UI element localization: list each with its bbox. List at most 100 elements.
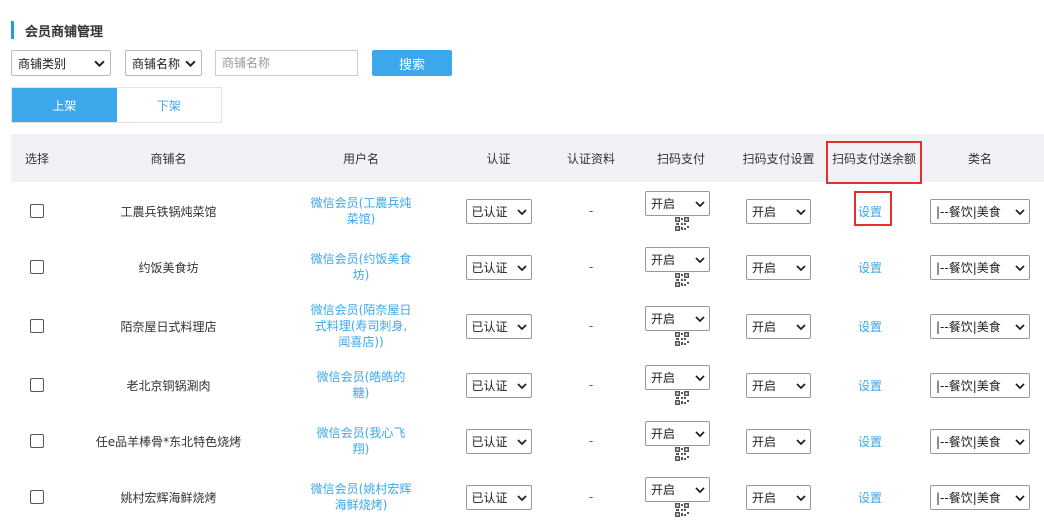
chevron-down-icon	[1015, 382, 1025, 389]
scan-pay-select-value: 开启	[651, 253, 676, 267]
auth-doc-value: -	[588, 434, 594, 448]
scan-pay-select[interactable]: 开启	[645, 477, 710, 502]
qr-code-icon[interactable]	[675, 217, 689, 231]
auth-select[interactable]: 已认证	[465, 428, 532, 454]
header-auth-doc: 认证资料	[566, 151, 615, 166]
auth-select[interactable]: 已认证	[465, 198, 532, 224]
auth-select[interactable]: 已认证	[465, 484, 532, 510]
auth-select[interactable]: 已认证	[465, 313, 532, 339]
scan-pay-select[interactable]: 开启	[645, 191, 710, 216]
auth-select-value: 已认证	[471, 434, 508, 449]
table-row: 约饭美食坊 微信会员(约饭美食 坊) 已认证 - 开启 开启 设置 |--餐饮|美食	[11, 239, 1044, 295]
category-select-value: |--餐饮|美食	[936, 319, 1001, 334]
bonus-setting-link[interactable]: 设置	[826, 295, 914, 357]
scan-pay-select-value: 开启	[651, 312, 676, 326]
qr-code-icon[interactable]	[675, 273, 689, 287]
chevron-down-icon	[516, 494, 527, 501]
scan-pay-select[interactable]: 开启	[645, 306, 710, 331]
shop-name: 任e品羊棒骨*东北特色烧烤	[95, 434, 242, 449]
chevron-down-icon	[695, 201, 705, 208]
chevron-down-icon	[796, 382, 806, 389]
username-line: 微信会员(姚村宏辉	[310, 482, 412, 496]
category-select[interactable]: |--餐饮|美食	[930, 428, 1030, 454]
username-line: 翔)	[352, 442, 370, 456]
qr-code-icon[interactable]	[675, 391, 689, 405]
header-auth: 认证	[486, 151, 511, 166]
chevron-down-icon	[796, 264, 806, 271]
row-select-checkbox[interactable]	[30, 260, 44, 274]
bonus-setting-link[interactable]: 设置	[826, 469, 914, 522]
shop-name: 姚村宏辉海鲜烧烤	[120, 490, 217, 505]
scan-pay-setting-select[interactable]: 开启	[746, 372, 811, 398]
username-link[interactable]: 微信会员(工農兵炖 菜馆)	[311, 195, 412, 227]
category-select[interactable]: |--餐饮|美食	[930, 313, 1030, 339]
scan-pay-select[interactable]: 开启	[645, 365, 710, 390]
shop-name: 工農兵铁锅炖菜馆	[120, 204, 217, 219]
username-link[interactable]: 微信会员(陌奈屋日 式料理(寿司刺身, 闻喜店))	[311, 302, 412, 350]
auth-doc-value: -	[588, 204, 594, 218]
scan-pay-setting-select[interactable]: 开启	[746, 428, 811, 454]
field-select[interactable]: 商铺名称	[125, 50, 202, 76]
scan-pay-select[interactable]: 开启	[645, 421, 710, 446]
category-select[interactable]: |--餐饮|美食	[930, 484, 1030, 510]
tab-off-shelf[interactable]: 下架	[116, 88, 221, 122]
qr-code-icon[interactable]	[675, 447, 689, 461]
chevron-down-icon	[1015, 323, 1025, 330]
row-select-checkbox[interactable]	[30, 319, 44, 333]
auth-doc-value: -	[588, 378, 594, 392]
category-select-value: |--餐饮|美食	[936, 378, 1001, 393]
chevron-down-icon	[516, 382, 527, 389]
category-select[interactable]: 商铺类别	[11, 50, 111, 76]
shop-name: 陌奈屋日式料理店	[120, 319, 217, 334]
bonus-setting-link[interactable]: 设置	[826, 239, 914, 295]
search-button[interactable]: 搜索	[372, 50, 452, 76]
bonus-setting-link[interactable]: 设置	[826, 413, 914, 469]
chevron-down-icon	[516, 323, 527, 330]
auth-select-value: 已认证	[471, 490, 508, 505]
scan-pay-setting-select[interactable]: 开启	[746, 313, 811, 339]
table-row: 陌奈屋日式料理店 微信会员(陌奈屋日 式料理(寿司刺身, 闻喜店)) 已认证 - 开启 开启设…	[11, 295, 1044, 357]
username-link[interactable]: 微信会员(姚村宏辉 海鲜烧烤)	[311, 481, 412, 513]
username-link[interactable]: 微信会员(皓皓的 糖)	[317, 369, 406, 401]
username-line: 海鲜烧烤)	[334, 498, 388, 512]
qr-code-icon[interactable]	[675, 332, 689, 346]
header-scan-pay: 扫码支付	[656, 151, 705, 166]
category-select[interactable]: |--餐饮|美食	[930, 372, 1030, 398]
row-select-checkbox[interactable]	[30, 204, 44, 218]
qr-code-icon[interactable]	[675, 503, 689, 517]
category-select[interactable]: |--餐饮|美食	[930, 254, 1030, 280]
chevron-down-icon	[695, 431, 705, 438]
header-category: 类名	[967, 151, 992, 166]
username-link[interactable]: 微信会员(我心飞 翔)	[317, 425, 406, 457]
row-select-checkbox[interactable]	[30, 490, 44, 504]
row-select-checkbox[interactable]	[30, 378, 44, 392]
row-select-checkbox[interactable]	[30, 434, 44, 448]
category-select-value: |--餐饮|美食	[936, 434, 1001, 449]
chevron-down-icon	[796, 438, 806, 445]
highlight-box-link	[854, 191, 892, 226]
auth-select[interactable]: 已认证	[465, 254, 532, 280]
category-select-value: 商铺类别	[18, 56, 67, 71]
username-link[interactable]: 微信会员(约饭美食 坊)	[311, 251, 412, 283]
bonus-setting-link[interactable]: 设置	[826, 357, 914, 413]
category-select[interactable]: |--餐饮|美食	[930, 198, 1030, 224]
shop-name: 约饭美食坊	[138, 260, 199, 275]
scan-pay-setting-value: 开启	[752, 319, 777, 334]
chevron-down-icon	[1015, 438, 1025, 445]
scan-pay-setting-select[interactable]: 开启	[746, 198, 811, 224]
chevron-down-icon	[516, 208, 527, 215]
category-select-value: |--餐饮|美食	[936, 490, 1001, 505]
chevron-down-icon	[185, 60, 196, 68]
chevron-down-icon	[516, 264, 527, 271]
keyword-input[interactable]	[215, 50, 358, 76]
scan-pay-select[interactable]: 开启	[645, 247, 710, 272]
scan-pay-setting-select[interactable]: 开启	[746, 254, 811, 280]
tab-on-shelf[interactable]: 上架	[12, 88, 117, 122]
auth-select-value: 已认证	[471, 378, 508, 393]
chevron-down-icon	[796, 494, 806, 501]
chevron-down-icon	[695, 375, 705, 382]
auth-select[interactable]: 已认证	[465, 372, 532, 398]
username-line: 微信会员(我心飞	[316, 426, 406, 440]
scan-pay-setting-select[interactable]: 开启	[746, 484, 811, 510]
table-row: 姚村宏辉海鲜烧烤 微信会员(姚村宏辉 海鲜烧烤) 已认证 - 开启 开启 设置 |--餐饮|美食	[11, 469, 1044, 522]
